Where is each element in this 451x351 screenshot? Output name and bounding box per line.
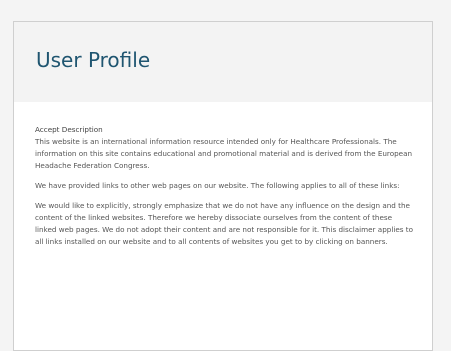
- page-title: User Profile: [36, 48, 151, 72]
- disclaimer-heading: Accept Description: [35, 125, 103, 134]
- disclaimer-paragraph-links: We have provided links to other web page…: [35, 181, 400, 190]
- disclaimer-body: Accept Description This website is an in…: [14, 102, 432, 248]
- disclaimer-paragraph-intro: This website is an international informa…: [35, 137, 413, 170]
- user-profile-card: User Profile Accept Description This web…: [13, 21, 433, 351]
- disclaimer-paragraph-liability: We would like to explicitly, strongly em…: [35, 201, 413, 246]
- card-header: User Profile: [14, 22, 432, 102]
